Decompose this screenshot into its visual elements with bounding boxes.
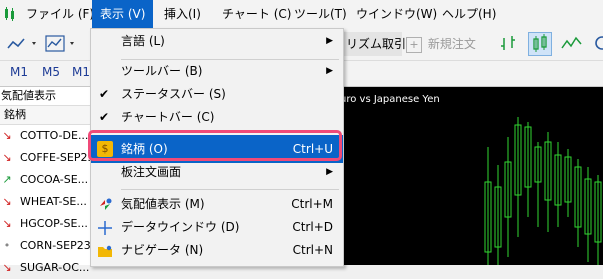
menu-tools[interactable]: ツール(T) bbox=[286, 0, 355, 28]
chart-template-button[interactable] bbox=[44, 32, 80, 56]
down-arrow-icon: ↘ bbox=[2, 261, 12, 274]
market-watch-row[interactable]: ↗ COCOA-SE... bbox=[0, 169, 95, 191]
menu-file[interactable]: ファイル (F) bbox=[18, 0, 102, 28]
market-watch-symbol: COTTO-DE... bbox=[20, 129, 89, 142]
market-watch-symbol: COFFE-SEP23 bbox=[20, 151, 95, 164]
new-order-label: 新規注文 bbox=[427, 37, 476, 51]
crosshair-icon bbox=[97, 220, 113, 236]
down-arrow-icon: ↘ bbox=[2, 217, 12, 230]
menu-insert[interactable]: 挿入(I) bbox=[156, 0, 209, 28]
menu-help[interactable]: ヘルプ(H) bbox=[434, 0, 504, 28]
menu-item-language[interactable]: 言語 (L) ▶ bbox=[91, 30, 343, 53]
chart-area[interactable]: uro vs Japanese Yen bbox=[340, 87, 603, 265]
menu-item-label: チャートバー (C) bbox=[121, 110, 215, 124]
menu-item-shortcut: Ctrl+M bbox=[291, 197, 333, 211]
menu-item-label: 気配値表示 (M) bbox=[121, 197, 205, 211]
menu-item-market-watch[interactable]: 気配値表示 (M) Ctrl+M bbox=[91, 193, 343, 216]
menu-item-chart-bar[interactable]: ✔ チャートバー (C) bbox=[91, 106, 343, 129]
checkmark-icon: ✔ bbox=[99, 87, 110, 101]
market-watch-title: 気配値表示 bbox=[0, 87, 96, 106]
menu-item-label: ナビゲータ (N) bbox=[121, 243, 204, 257]
market-watch-panel: 気配値表示 銘柄 ↘ COTTO-DE... ↘ COFFE-SEP23 ↗ COCOA-… bbox=[0, 87, 99, 274]
up-arrow-icon: ↗ bbox=[2, 173, 12, 186]
checkmark-icon: ✔ bbox=[99, 110, 110, 124]
menu-item-navigator[interactable]: ナビゲータ (N) Ctrl+N bbox=[91, 239, 343, 262]
menu-item-shortcut: Ctrl+D bbox=[292, 220, 333, 234]
menu-item-depth-of-market[interactable]: 板注文画面 ▶ bbox=[91, 161, 343, 184]
chart-candles bbox=[484, 117, 602, 265]
zoom-icon[interactable] bbox=[592, 32, 603, 56]
market-watch-row[interactable]: ↘ HGCOP-SE... bbox=[0, 213, 95, 235]
app-icon bbox=[0, 0, 20, 28]
submenu-arrow-icon: ▶ bbox=[326, 66, 333, 76]
market-watch-symbol: WHEAT-SE... bbox=[20, 195, 87, 208]
menu-item-label: 言語 (L) bbox=[121, 34, 165, 48]
menu-bar: ファイル (F) 表示 (V) 挿入(I) チャート (C) ツール(T) ウイ… bbox=[0, 0, 603, 29]
market-watch-row[interactable]: ↘ SUGAR-OC... bbox=[0, 257, 95, 279]
menu-item-label: 板注文画面 bbox=[121, 165, 182, 179]
menu-window[interactable]: ウインドウ(W) bbox=[348, 0, 445, 28]
menu-item-status-bar[interactable]: ✔ ステータスバー (S) bbox=[91, 83, 343, 106]
down-arrow-icon: ↘ bbox=[2, 151, 12, 164]
bar-chart-icon[interactable] bbox=[498, 32, 520, 56]
folder-star-icon bbox=[97, 243, 113, 259]
down-arrow-icon: ↘ bbox=[2, 129, 12, 142]
new-order-button[interactable]: + 新規注文 bbox=[406, 32, 486, 56]
menu-item-label: ステータスバー (S) bbox=[121, 87, 226, 101]
menu-item-label: ツールバー (B) bbox=[121, 64, 203, 78]
market-watch-row[interactable]: ↘ WHEAT-SE... bbox=[0, 191, 95, 213]
line-chart-icon[interactable] bbox=[560, 32, 584, 56]
market-watch-row[interactable]: ↘ COTTO-DE... bbox=[0, 125, 95, 147]
timeframe-m1[interactable]: M1 bbox=[10, 65, 28, 79]
market-watch-row[interactable]: ↘ COFFE-SEP23 bbox=[0, 147, 95, 169]
menu-item-toolbars[interactable]: ツールバー (B) ▶ bbox=[91, 60, 343, 83]
market-watch-column-symbol[interactable]: 銘柄 bbox=[0, 106, 99, 125]
algo-trading-button[interactable]: リズム取引 bbox=[342, 32, 406, 56]
market-watch-symbol: HGCOP-SE... bbox=[20, 217, 88, 230]
menu-item-data-window[interactable]: データウインドウ (D) Ctrl+D bbox=[91, 216, 343, 239]
timeframe-m5[interactable]: M5 bbox=[42, 65, 60, 79]
down-arrow-icon: ↘ bbox=[2, 195, 12, 208]
market-watch-icon bbox=[97, 197, 113, 213]
submenu-arrow-icon: ▶ bbox=[326, 167, 333, 177]
highlight-frame bbox=[88, 130, 342, 161]
market-watch-symbol: COCOA-SE... bbox=[20, 173, 89, 186]
menu-item-label: データウインドウ (D) bbox=[121, 220, 240, 234]
neutral-dot-icon: • bbox=[3, 239, 11, 252]
candlestick-icon[interactable] bbox=[528, 32, 552, 56]
line-tool-button[interactable] bbox=[6, 32, 40, 56]
submenu-arrow-icon: ▶ bbox=[326, 36, 333, 46]
market-watch-symbol: SUGAR-OC... bbox=[20, 261, 90, 274]
menu-view[interactable]: 表示 (V) bbox=[92, 0, 154, 28]
menu-separator bbox=[121, 189, 339, 190]
market-watch-row[interactable]: • CORN-SEP23 bbox=[0, 235, 95, 257]
timeframe-m15[interactable]: M1 bbox=[72, 65, 90, 79]
market-watch-symbol: CORN-SEP23 bbox=[20, 239, 91, 252]
plus-icon: + bbox=[406, 36, 422, 53]
menu-item-shortcut: Ctrl+N bbox=[292, 243, 333, 257]
